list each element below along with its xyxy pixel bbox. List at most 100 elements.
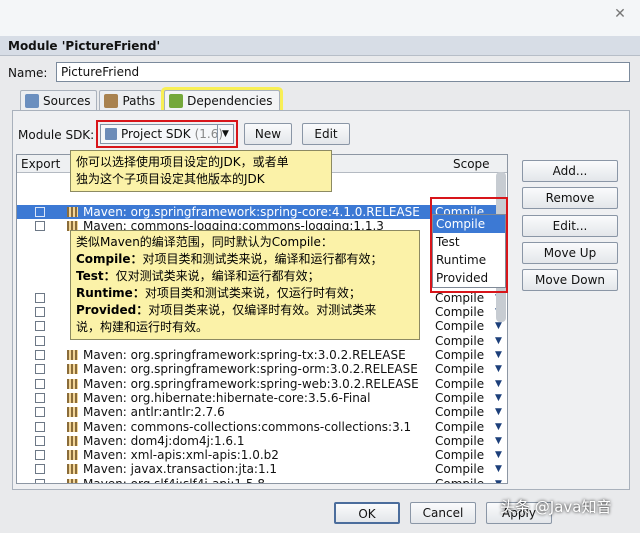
ok-button[interactable]: OK — [334, 502, 400, 524]
library-icon — [67, 421, 78, 432]
scope-note-provided: Provided：对项目类来说，仅编译时有效。对测试类来 — [76, 302, 414, 319]
add-button[interactable]: Add... — [522, 160, 618, 182]
export-checkbox[interactable] — [35, 478, 45, 483]
sdk-note-line1: 你可以选择使用项目设定的JDK，或者单 — [76, 155, 289, 169]
table-row[interactable]: Maven: commons-collections:commons-colle… — [17, 419, 507, 434]
library-icon — [67, 378, 78, 389]
sources-folder-icon — [25, 93, 39, 108]
chevron-down-icon[interactable]: ▼ — [495, 391, 502, 405]
dependency-scope[interactable]: Compile — [435, 448, 484, 462]
export-checkbox[interactable] — [35, 321, 45, 332]
chevron-down-icon[interactable]: ▼ — [495, 420, 502, 434]
export-checkbox[interactable] — [35, 407, 45, 418]
compile-text: 对项目类和测试类来说，编译和运行都有效； — [142, 252, 383, 266]
runtime-key: Runtime： — [76, 286, 145, 300]
chevron-down-icon[interactable]: ▼ — [495, 405, 502, 419]
name-field[interactable]: PictureFriend — [56, 62, 630, 82]
export-checkbox[interactable] — [35, 435, 45, 446]
project-structure-window: ✕ Module 'PictureFriend' Name: PictureFr… — [0, 0, 640, 533]
move-up-button[interactable]: Move Up — [522, 242, 618, 264]
export-checkbox[interactable] — [35, 392, 45, 403]
dependency-scope[interactable]: Compile — [435, 377, 484, 391]
tab-dependencies[interactable]: Dependencies — [164, 90, 280, 110]
export-checkbox[interactable] — [35, 421, 45, 432]
dependency-scope[interactable]: Compile — [435, 334, 484, 348]
dependency-name: Maven: javax.transaction:jta:1.1 — [83, 462, 278, 477]
export-checkbox[interactable] — [35, 335, 45, 346]
export-checkbox[interactable] — [35, 307, 45, 318]
sdk-callout-frame — [96, 120, 238, 148]
dependency-scope[interactable]: Compile — [435, 319, 484, 333]
chevron-down-icon[interactable]: ▼ — [495, 334, 502, 348]
dependency-scope[interactable]: Compile — [435, 405, 484, 419]
library-icon — [67, 350, 78, 360]
export-checkbox[interactable] — [35, 464, 45, 475]
tab-paths[interactable]: Paths — [99, 90, 163, 110]
dependency-name: Maven: xml-apis:xml-apis:1.0.b2 — [83, 448, 279, 463]
dependency-scope[interactable]: Compile — [435, 362, 484, 376]
sdk-new-button[interactable]: New — [244, 123, 292, 145]
table-row[interactable]: Maven: org.springframework:spring-orm:3.… — [17, 362, 507, 377]
table-row[interactable]: Maven: xml-apis:xml-apis:1.0.b2 Compile ▼ — [17, 448, 507, 463]
chevron-down-icon[interactable]: ▼ — [495, 434, 502, 448]
table-row[interactable]: Maven: org.slf4j:slf4j-api:1.5.8 Compile ▼ — [17, 476, 507, 484]
edit-button[interactable]: Edit... — [522, 215, 618, 237]
test-text: 仅对测试类来说，编译和运行都有效； — [115, 269, 320, 283]
table-row[interactable]: Maven: org.hibernate:hibernate-core:3.5.… — [17, 390, 507, 405]
export-checkbox[interactable] — [35, 350, 45, 360]
dependency-name: Maven: antlr:antlr:2.7.6 — [83, 405, 225, 420]
move-down-button[interactable]: Move Down — [522, 269, 618, 291]
library-icon — [67, 407, 78, 418]
close-icon[interactable]: ✕ — [612, 6, 628, 22]
table-row[interactable]: Maven: javax.transaction:jta:1.1 Compile ▼ — [17, 462, 507, 477]
column-export[interactable]: Export — [21, 156, 60, 172]
dependency-scope[interactable]: Compile — [435, 434, 484, 448]
chevron-down-icon[interactable]: ▼ — [495, 377, 502, 391]
table-row[interactable]: Maven: antlr:antlr:2.7.6 Compile ▼ — [17, 405, 507, 420]
column-scope[interactable]: Scope — [453, 156, 490, 172]
provided-text: 对项目类来说，仅编译时有效。对测试类来 — [148, 303, 377, 317]
export-checkbox[interactable] — [35, 450, 45, 461]
export-checkbox[interactable] — [35, 207, 45, 217]
dependency-scope[interactable]: Compile — [435, 462, 484, 476]
dependency-name: Maven: org.slf4j:slf4j-api:1.5.8 — [83, 476, 265, 484]
export-checkbox[interactable] — [35, 364, 45, 375]
cancel-button[interactable]: Cancel — [410, 502, 476, 524]
dependency-name: Maven: org.hibernate:hibernate-core:3.5.… — [83, 390, 371, 405]
scope-annotation: 类似Maven的编译范围，同时默认为Compile： Compile：对项目类和… — [70, 230, 420, 340]
chevron-down-icon[interactable]: ▼ — [495, 448, 502, 462]
export-checkbox[interactable] — [35, 221, 45, 232]
chevron-down-icon[interactable]: ▼ — [495, 462, 502, 476]
dependency-name: Maven: dom4j:dom4j:1.6.1 — [83, 433, 245, 448]
sdk-annotation: 你可以选择使用项目设定的JDK，或者单 独为这个子项目设定其他版本的JDK — [70, 150, 332, 192]
dependency-scope[interactable]: Compile — [435, 477, 484, 483]
library-icon — [67, 435, 78, 446]
tab-sources[interactable]: Sources — [20, 90, 98, 110]
chevron-down-icon[interactable]: ▼ — [495, 348, 502, 362]
table-row[interactable]: Maven: dom4j:dom4j:1.6.1 Compile ▼ — [17, 433, 507, 448]
watermark: 头条 @Java知音 — [500, 498, 612, 516]
export-checkbox[interactable] — [35, 292, 45, 303]
dependency-name: Maven: org.springframework:spring-orm:3.… — [83, 362, 418, 377]
table-row[interactable]: Maven: org.springframework:spring-tx:3.0… — [17, 348, 507, 362]
remove-button[interactable]: Remove — [522, 187, 618, 209]
scope-note-compile: Compile：对项目类和测试类来说，编译和运行都有效； — [76, 251, 414, 268]
dependency-scope[interactable]: Compile — [435, 305, 484, 319]
sdk-note-line2: 独为这个子项目设定其他版本的JDK — [76, 172, 265, 186]
scope-callout-frame — [430, 197, 508, 293]
dependency-scope[interactable]: Compile — [435, 348, 484, 362]
compile-key: Compile： — [76, 252, 143, 266]
dependency-name: Maven: commons-collections:commons-colle… — [83, 419, 412, 434]
library-icon — [67, 450, 78, 461]
sdk-edit-button[interactable]: Edit — [302, 123, 350, 145]
tab-dependencies-label: Dependencies — [187, 93, 273, 108]
chevron-down-icon[interactable]: ▼ — [495, 362, 502, 376]
chevron-down-icon[interactable]: ▼ — [495, 477, 502, 483]
dependency-scope[interactable]: Compile — [435, 420, 484, 434]
runtime-text: 对项目类和测试类来说，仅运行时有效； — [144, 286, 361, 300]
test-key: Test： — [76, 269, 116, 283]
export-checkbox[interactable] — [35, 378, 45, 389]
dependency-scope[interactable]: Compile — [435, 391, 484, 405]
table-row[interactable]: Maven: org.springframework:spring-web:3.… — [17, 377, 507, 391]
dialog-title: Module 'PictureFriend' — [0, 36, 640, 56]
